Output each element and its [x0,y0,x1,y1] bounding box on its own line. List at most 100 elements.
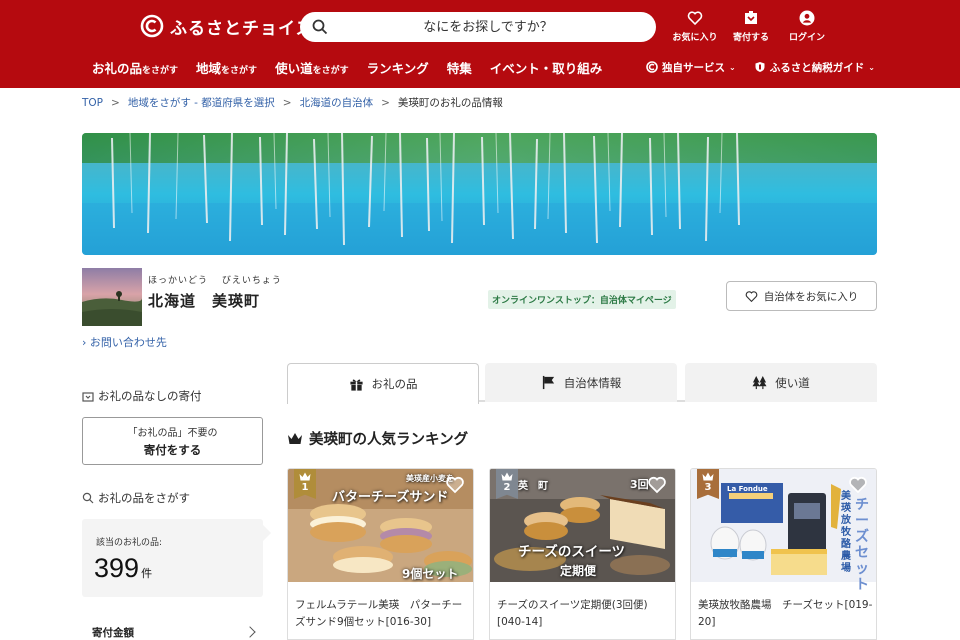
nav-usage[interactable]: 使い道をさがす [275,58,349,77]
login-label: ログイン [788,33,825,43]
nogift-line2: 寄付をする [143,443,202,457]
nogift-heading-text: お礼の品なしの寄付 [98,389,202,403]
municipality-banner [82,133,877,255]
search-input[interactable] [300,12,656,42]
landscape-image [82,268,142,326]
breadcrumb-separator: > [111,96,120,109]
amount-filter-label[interactable]: 寄付金額 [92,625,134,640]
site-header: ふるさとチョイス お気に入り 寄付する ログイン お礼の品をさがす 地域をさがす… [0,0,960,88]
nav-usage-sub: をさがす [312,65,349,76]
chevron-right-icon[interactable] [244,626,256,638]
rank-badge: 1 [294,469,316,499]
main-nav: お礼の品をさがす 地域をさがす 使い道をさがす ランキング 特集 イベント・取り… [92,56,620,78]
contact-label: お問い合わせ先 [89,336,167,349]
result-count-value: 399 [94,553,140,583]
ranking-heading: 美瑛町の人気ランキング [287,428,468,449]
nav-events-label: イベント・取り組み [489,60,603,76]
nav-gifts-sub: をさがす [142,65,179,76]
gift-icon [349,379,363,391]
municipality-ruby: ほっかいどう びえいちょう [148,276,282,286]
overlay-sub: 定期便 [560,564,597,578]
favorite-button-label: 自治体をお気に入り [763,290,859,303]
breadcrumb-top[interactable]: TOP [82,97,103,109]
tab-usage-label: 使い道 [775,375,810,390]
overlay-sub: 9個セット [402,567,459,581]
result-count: 399 件 [94,553,152,584]
tab-usage[interactable]: 使い道 [685,363,877,402]
heart-icon[interactable] [848,475,868,495]
tab-municipality-info[interactable]: 自治体情報 [485,363,677,402]
product-title[interactable]: フェルムラテール美瑛 パターチーズサンド9個セット[016-30] [295,597,471,631]
flag-icon [542,375,554,390]
guide-menu[interactable]: ふるさと納税ガイド ⌄ [754,60,875,75]
tab-gifts[interactable]: お礼の品 [287,363,479,404]
onestop-badge[interactable]: オンラインワンストップ：自治体マイページ [488,290,676,309]
crown-icon [299,472,311,481]
municipality-name: 北海道 美瑛町 [148,292,261,310]
breadcrumb-separator: > [282,96,292,109]
favorites-label: お気に入り [672,33,718,43]
overlay-tag: La Fondue [727,485,768,493]
nogift-line1: 「お礼の品」不要の [127,428,218,439]
municipality-photo [82,268,142,326]
result-count-unit: 件 [141,568,153,580]
nav-ranking-label: ランキング [366,60,429,76]
crown-icon [702,472,714,481]
gift-search-heading: お礼の品をさがす [82,490,190,506]
choice-logo-icon [140,14,164,38]
rank-number: 3 [704,482,712,493]
nav-region[interactable]: 地域をさがす [196,58,257,77]
services-label: 独自サービス [662,61,725,74]
overlay-main: バターチーズサンド [332,490,449,505]
result-count-box: 該当のお礼の品: 399 件 [82,519,271,597]
nav-region-sub: をさがす [221,65,258,76]
tab-gifts-label: お礼の品 [371,377,418,391]
breadcrumb-pref[interactable]: 北海道の自治体 [300,95,374,110]
nogift-donate-button[interactable]: 「お礼の品」不要の 寄付をする [82,417,263,465]
choice-logo-small-icon [646,61,658,73]
site-logo[interactable]: ふるさとチョイス [140,12,314,40]
nav-events[interactable]: イベント・取り組み [490,58,603,77]
breadcrumb-region[interactable]: 地域をさがす - 都道府県を選択 [128,95,275,110]
overlay-sub: 美瑛放牧酪農場 [841,491,851,574]
services-menu[interactable]: 独自サービス ⌄ [646,60,736,75]
trees-icon [752,375,767,390]
heart-icon [687,11,703,26]
heart-icon[interactable] [445,475,465,495]
nav-region-label: 地域 [196,60,222,76]
nav-gifts[interactable]: お礼の品をさがす [92,58,178,77]
user-icon [799,10,815,26]
breadcrumb: TOP > 地域をさがす - 都道府県を選択 > 北海道の自治体 > 美瑛町のお… [82,95,503,110]
content-tabs: お礼の品 自治体情報 使い道 [287,363,877,404]
nav-usage-label: 使い道 [275,60,313,76]
donate-label: 寄付する [732,33,769,43]
favorites-button[interactable]: お気に入り [672,10,718,43]
product-title[interactable]: チーズのスイーツ定期便(3回便)[040-14] [497,597,673,631]
login-button[interactable]: ログイン [784,10,830,43]
gift-box-icon [745,11,757,24]
ranking-title: 美瑛町の人気ランキング [309,432,469,448]
search-bar [300,12,656,42]
blue-pond-image [82,133,877,255]
shield-icon [755,62,765,72]
logo-text: ふるさとチョイス [170,18,314,39]
nav-ranking[interactable]: ランキング [367,58,429,77]
nav-features[interactable]: 特集 [447,58,472,77]
header-actions: お気に入り 寄付する ログイン [672,10,830,43]
heart-icon[interactable] [647,475,667,495]
product-title[interactable]: 美瑛放牧酪農場 チーズセット[019-20] [698,597,874,631]
chevron-down-icon: ⌄ [729,62,736,72]
contact-link[interactable]: › お問い合わせ先 [82,334,167,350]
breadcrumb-separator: > [381,96,390,109]
search-icon[interactable] [312,19,328,35]
result-count-label: 該当のお礼の品: [96,538,163,548]
tab-info-label: 自治体情報 [563,375,622,390]
donate-button[interactable]: 寄付する [728,10,774,43]
municipality-favorite-button[interactable]: 自治体をお気に入り [726,281,877,311]
rank-badge: 2 [496,469,518,499]
ranking-card[interactable]: バターチーズサンド 美瑛産小麦を 9個セット 1 フェルムラテール美瑛 パターチ… [287,468,474,640]
ranking-card[interactable]: チーズのスイーツ 定期便 英 町 3回 2 チーズのスイーツ定期便(3回便)[0… [489,468,676,640]
overlay-count: 3回 [630,478,649,491]
overlay-main: チーズセット [855,497,869,593]
ranking-card[interactable]: 美瑛放牧酪農場 チーズセット La Fondue 3 美瑛放牧酪農場 チーズセッ… [690,468,877,640]
